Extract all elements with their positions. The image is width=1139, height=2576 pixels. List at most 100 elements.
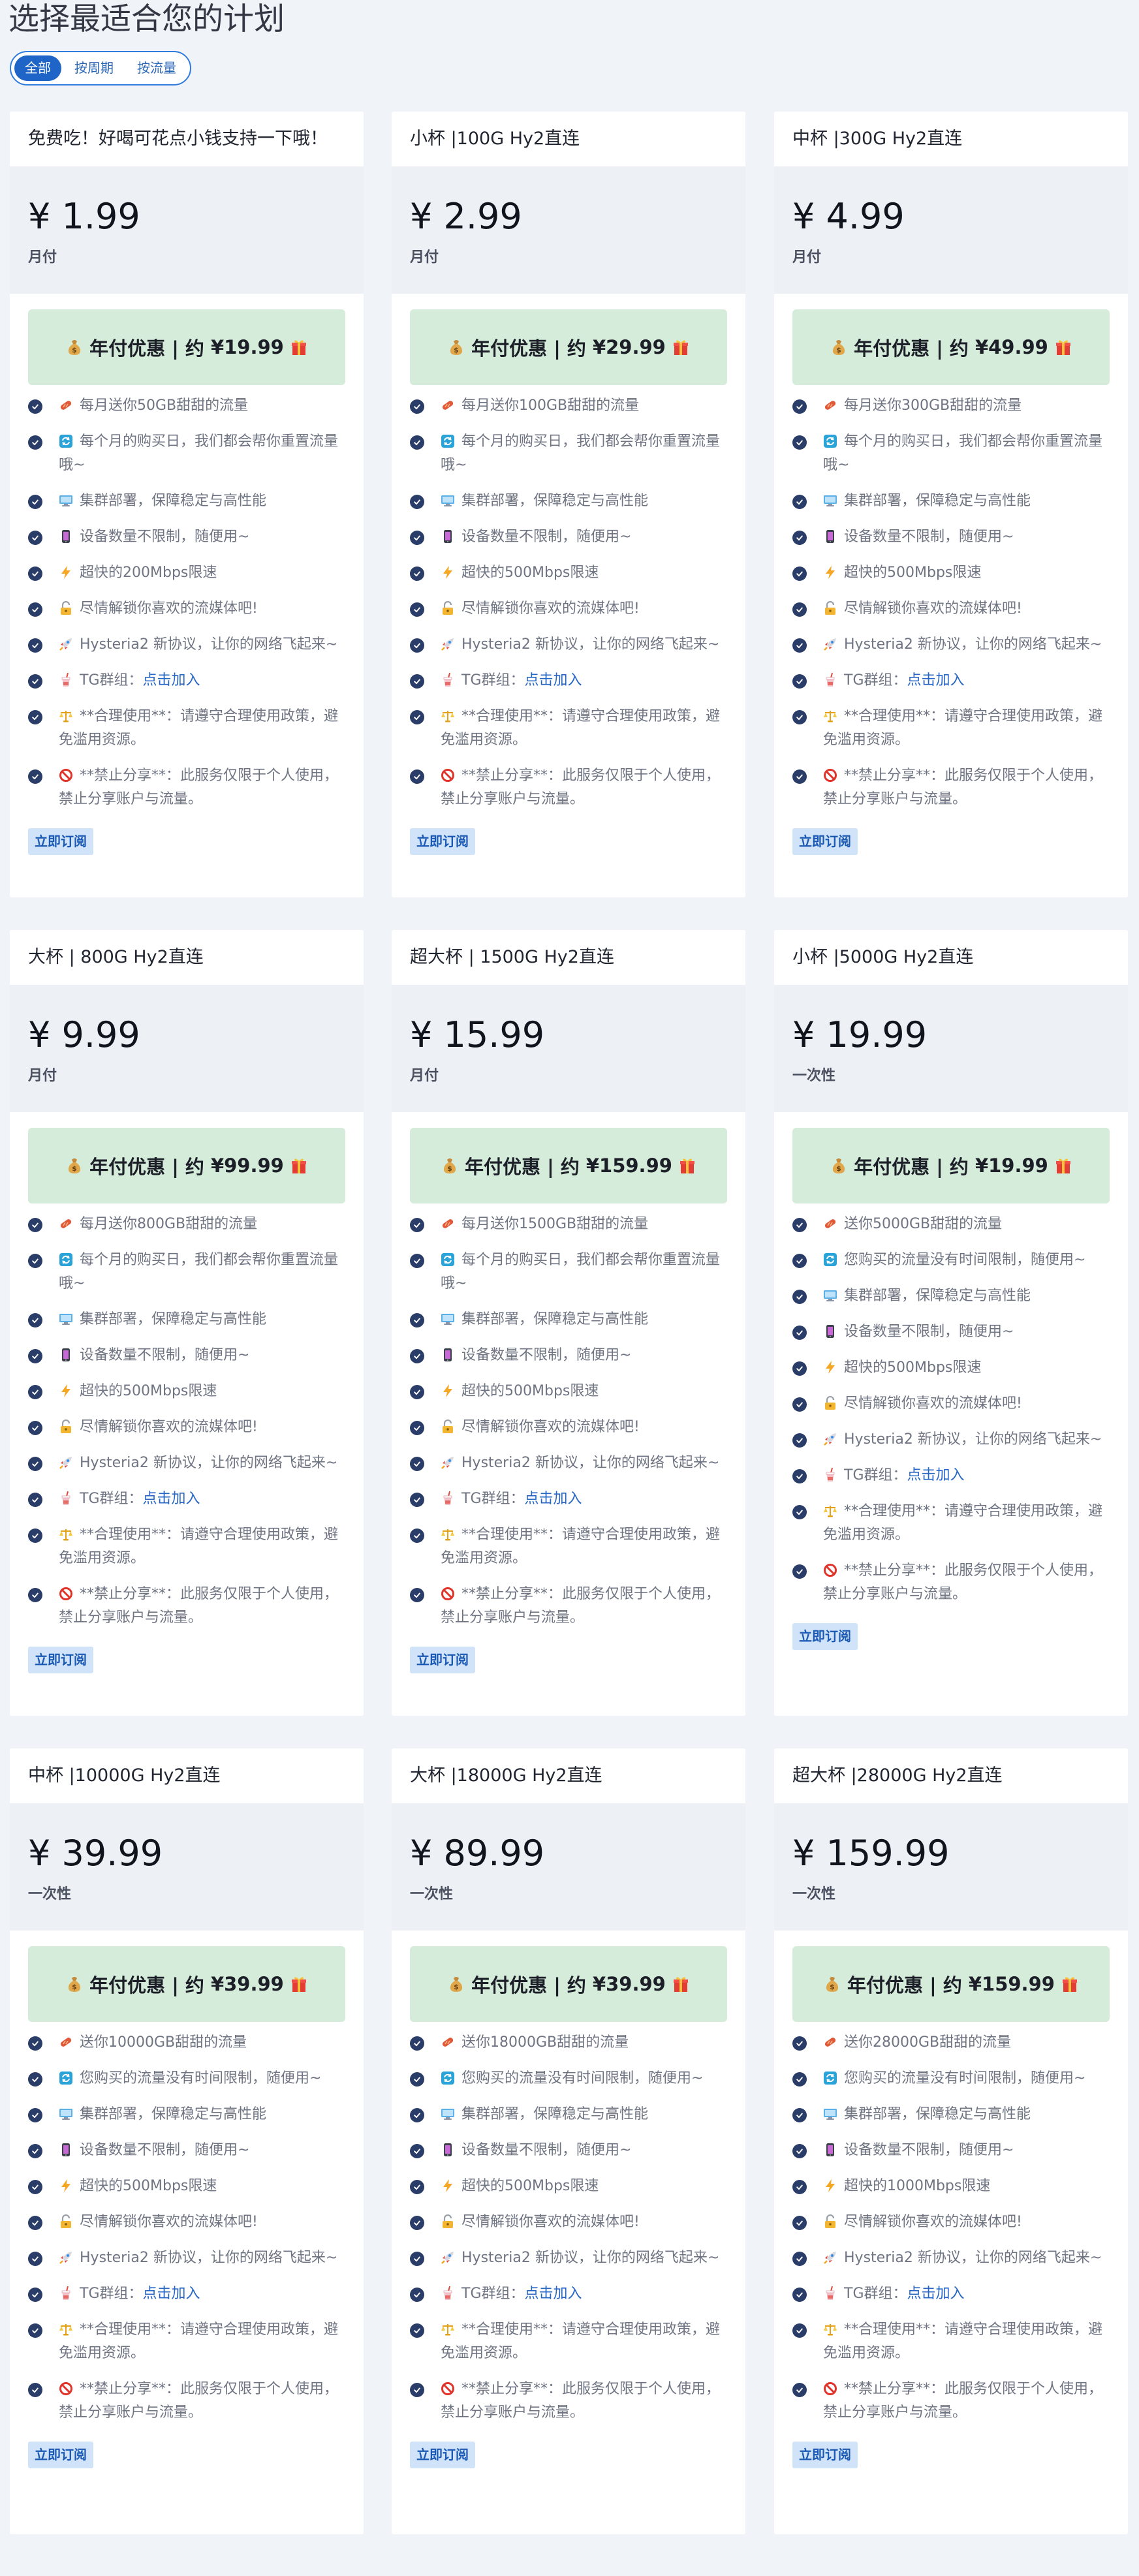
subscribe-button[interactable]: 立即订阅	[28, 1647, 93, 1673]
feature-text: TG群组：	[461, 2286, 525, 2302]
feature-item: **合理使用**：请遵守合理使用政策，避免滥用资源。	[792, 1500, 1110, 1547]
check-circle-icon	[28, 638, 42, 653]
filter-by-period-tab[interactable]: 按周期	[64, 55, 124, 81]
subscribe-button[interactable]: 立即订阅	[410, 2442, 475, 2468]
drink-icon	[441, 2285, 455, 2300]
feature-item: 设备数量不限制，随便用~	[28, 2139, 345, 2162]
billing-period: 一次性	[410, 1886, 454, 1902]
join-telegram-link[interactable]: 点击加入	[907, 2286, 965, 2302]
lightning-icon	[823, 1359, 837, 1374]
feature-text: Hysteria2 新协议，让你的网络飞起来~	[461, 1455, 720, 1471]
check-circle-icon	[792, 2216, 807, 2230]
check-circle-icon	[410, 1385, 424, 1399]
join-telegram-link[interactable]: 点击加入	[907, 1467, 965, 1483]
check-circle-icon	[410, 1313, 424, 1327]
filter-by-traffic-tab[interactable]: 按流量	[127, 55, 187, 81]
feature-text: **禁止分享**：此服务仅限于个人使用，禁止分享账户与流量。	[823, 1562, 1103, 1602]
feature-item: 每月送你300GB甜甜的流量	[792, 394, 1110, 418]
prohibited-icon	[823, 1562, 837, 1577]
card-body: $ 年付优惠 | 约 ¥39.99 送你10000GB甜甜的流量 您购买的流量没有时间限…	[10, 1931, 364, 2468]
feature-text: 设备数量不限制，随便用~	[844, 2142, 1014, 2158]
unlock-icon	[823, 1395, 837, 1410]
feature-text: **禁止分享**：此服务仅限于个人使用，禁止分享账户与流量。	[823, 768, 1103, 807]
subscribe-button[interactable]: 立即订阅	[28, 2442, 93, 2468]
feature-item: TG群组：点击加入	[410, 669, 727, 692]
subscribe-button[interactable]: 立即订阅	[28, 828, 93, 855]
discount-price: ¥39.99	[210, 1973, 284, 1995]
feature-item: 设备数量不限制，随便用~	[792, 2139, 1110, 2162]
feature-text: 每月送你100GB甜甜的流量	[461, 397, 640, 414]
annual-discount-banner: $ 年付优惠 | 约 ¥39.99	[410, 1946, 727, 2022]
check-circle-icon	[792, 1290, 807, 1304]
filter-all-tab[interactable]: 全部	[14, 55, 61, 81]
check-circle-icon	[28, 435, 42, 450]
feature-text: 集群部署，保障稳定与高性能	[461, 2106, 649, 2122]
money-bag-icon: $	[830, 1157, 847, 1174]
repeat-icon	[59, 1251, 73, 1266]
check-circle-icon	[28, 2072, 42, 2087]
svg-text:$: $	[447, 1164, 452, 1173]
join-telegram-link[interactable]: 点击加入	[525, 672, 582, 689]
feature-text: 设备数量不限制，随便用~	[461, 2142, 632, 2158]
feature-text: 您购买的流量没有时间限制，随便用~	[844, 2070, 1086, 2087]
feature-item: **禁止分享**：此服务仅限于个人使用，禁止分享账户与流量。	[28, 1583, 345, 1630]
check-circle-icon	[410, 2108, 424, 2122]
subscribe-button[interactable]: 立即订阅	[792, 1623, 858, 1650]
feature-item: 超快的500Mbps限速	[792, 561, 1110, 585]
card-body: $ 年付优惠 | 约 ¥159.99 每月送你1500GB甜甜的流量 每个月的购买日，我…	[392, 1112, 745, 1673]
feature-text: TG群组：	[461, 672, 525, 689]
discount-label: 年付优惠 | 约	[847, 1974, 962, 1996]
lightning-icon	[823, 2177, 837, 2192]
card-body: $ 年付优惠 | 约 ¥159.99 送你28000GB甜甜的流量 您购买的流量没有时间…	[774, 1931, 1128, 2468]
check-circle-icon	[28, 1493, 42, 1507]
svg-text:$: $	[454, 1983, 459, 1991]
join-telegram-link[interactable]: 点击加入	[143, 1491, 200, 1507]
join-telegram-link[interactable]: 点击加入	[525, 1491, 582, 1507]
phone-icon	[441, 528, 455, 543]
check-circle-icon	[410, 2144, 424, 2158]
join-telegram-link[interactable]: 点击加入	[907, 672, 965, 689]
phone-icon	[823, 1323, 837, 1338]
rocket-icon	[441, 2249, 455, 2264]
feature-item: Hysteria2 新协议，让你的网络飞起来~	[410, 2246, 727, 2270]
check-circle-icon	[410, 769, 424, 784]
join-telegram-link[interactable]: 点击加入	[525, 2286, 582, 2302]
sausage-icon	[441, 397, 455, 411]
sausage-icon	[59, 1215, 73, 1230]
check-circle-icon	[792, 2180, 807, 2194]
feature-item: Hysteria2 新协议，让你的网络飞起来~	[410, 633, 727, 657]
feature-item: 送你18000GB甜甜的流量	[410, 2031, 727, 2055]
feature-text: 超快的500Mbps限速	[80, 2178, 217, 2194]
discount-label: 年付优惠 | 约	[89, 1156, 204, 1178]
phone-icon	[59, 1346, 73, 1361]
feature-text: 集群部署，保障稳定与高性能	[80, 1311, 267, 1327]
join-telegram-link[interactable]: 点击加入	[143, 672, 200, 689]
feature-text: **合理使用**：请遵守合理使用政策，避免滥用资源。	[59, 2321, 339, 2361]
money-bag-icon: $	[66, 339, 83, 356]
discount-label: 年付优惠 | 约	[471, 337, 586, 360]
feature-item: **禁止分享**：此服务仅限于个人使用，禁止分享账户与流量。	[792, 2378, 1110, 2425]
annual-discount-banner: $ 年付优惠 | 约 ¥19.99	[792, 1128, 1110, 1203]
check-circle-icon	[792, 495, 807, 509]
feature-item: 超快的500Mbps限速	[410, 2175, 727, 2198]
check-circle-icon	[28, 1385, 42, 1399]
unlock-icon	[441, 1418, 455, 1433]
feature-item: 集群部署，保障稳定与高性能	[410, 489, 727, 513]
feature-list: 送你5000GB甜甜的流量 您购买的流量没有时间限制，随便用~ 集群部署，保障稳定与…	[792, 1213, 1110, 1606]
feature-text: TG群组：	[80, 2286, 143, 2302]
plan-name: 大杯 | 800G Hy2直连	[28, 947, 204, 967]
feature-item: **合理使用**：请遵守合理使用政策，避免滥用资源。	[410, 1523, 727, 1570]
feature-text: 设备数量不限制，随便用~	[461, 529, 632, 545]
feature-text: 超快的500Mbps限速	[844, 1359, 982, 1376]
price-block: ¥ 15.99 月付	[392, 985, 745, 1112]
feature-text: TG群组：	[844, 2286, 907, 2302]
sausage-icon	[59, 397, 73, 411]
subscribe-button[interactable]: 立即订阅	[792, 828, 858, 855]
feature-item: 送你28000GB甜甜的流量	[792, 2031, 1110, 2055]
subscribe-button[interactable]: 立即订阅	[792, 2442, 858, 2468]
scale-icon	[823, 2321, 837, 2336]
join-telegram-link[interactable]: 点击加入	[143, 2286, 200, 2302]
subscribe-button[interactable]: 立即订阅	[410, 828, 475, 855]
subscribe-button[interactable]: 立即订阅	[410, 1647, 475, 1673]
discount-price: ¥159.99	[585, 1155, 672, 1177]
